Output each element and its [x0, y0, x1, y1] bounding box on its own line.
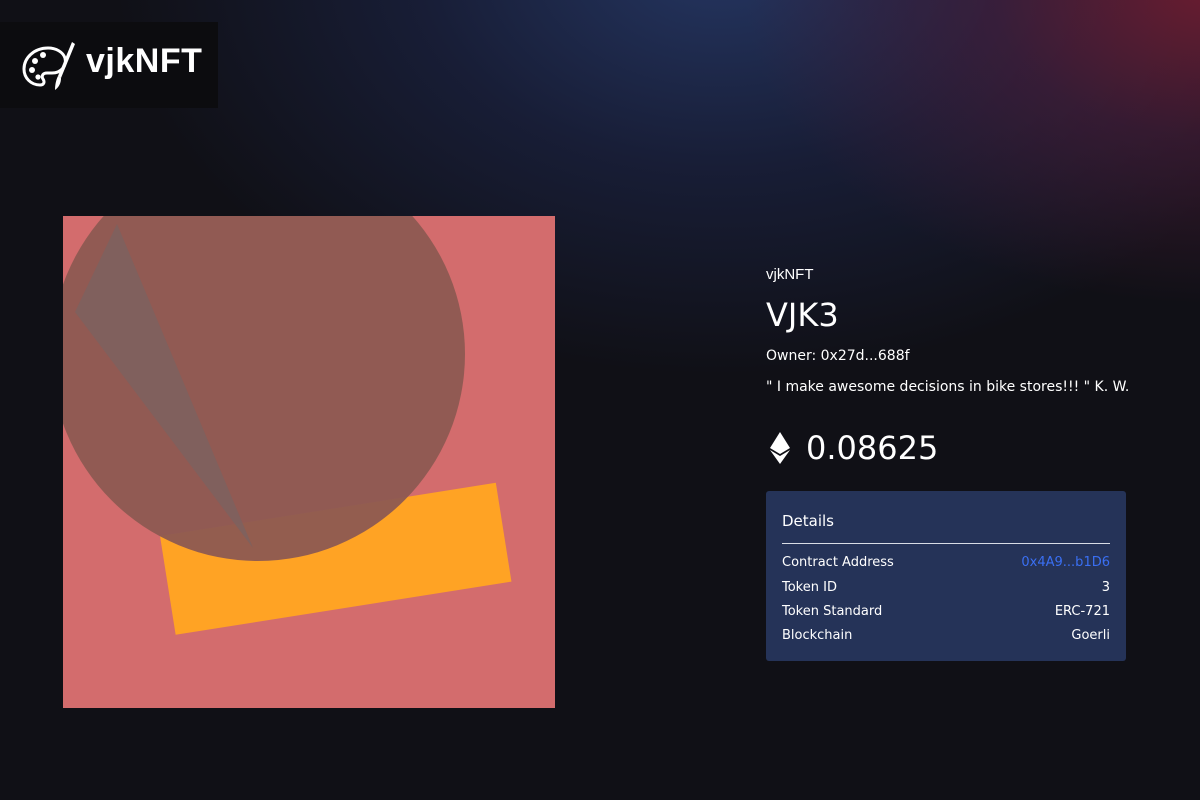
- details-divider: [782, 543, 1110, 544]
- details-row-token-standard: Token Standard ERC-721: [782, 601, 1110, 621]
- details-value: ERC-721: [1054, 603, 1110, 619]
- details-label: Token ID: [782, 579, 837, 595]
- palette-brush-icon: [22, 42, 75, 90]
- token-owner[interactable]: Owner: 0x27d...688f: [766, 348, 910, 364]
- ethereum-icon: [770, 432, 790, 464]
- brand-name: vjkNFT: [86, 42, 203, 80]
- details-row-blockchain: Blockchain Goerli: [782, 625, 1110, 645]
- collection-name[interactable]: vjkNFT: [766, 266, 814, 283]
- token-price: 0.08625: [806, 429, 939, 467]
- token-title: VJK3: [766, 296, 839, 334]
- nft-artwork: [63, 216, 555, 708]
- details-panel: Details Contract Address 0x4A9...b1D6 To…: [766, 491, 1126, 661]
- price-row: 0.08625: [770, 428, 938, 468]
- details-row-contract-address: Contract Address 0x4A9...b1D6: [782, 552, 1110, 572]
- details-label: Blockchain: [782, 627, 853, 643]
- details-row-token-id: Token ID 3: [782, 577, 1110, 597]
- contract-address-link[interactable]: 0x4A9...b1D6: [1021, 555, 1110, 570]
- details-label: Token Standard: [782, 603, 883, 619]
- brand-logo[interactable]: vjkNFT: [0, 22, 218, 108]
- token-description: " I make awesome decisions in bike store…: [766, 379, 1130, 395]
- details-value: Goerli: [1071, 627, 1110, 643]
- details-value: 3: [1101, 579, 1110, 595]
- details-label: Contract Address: [782, 554, 894, 570]
- details-title: Details: [782, 512, 835, 530]
